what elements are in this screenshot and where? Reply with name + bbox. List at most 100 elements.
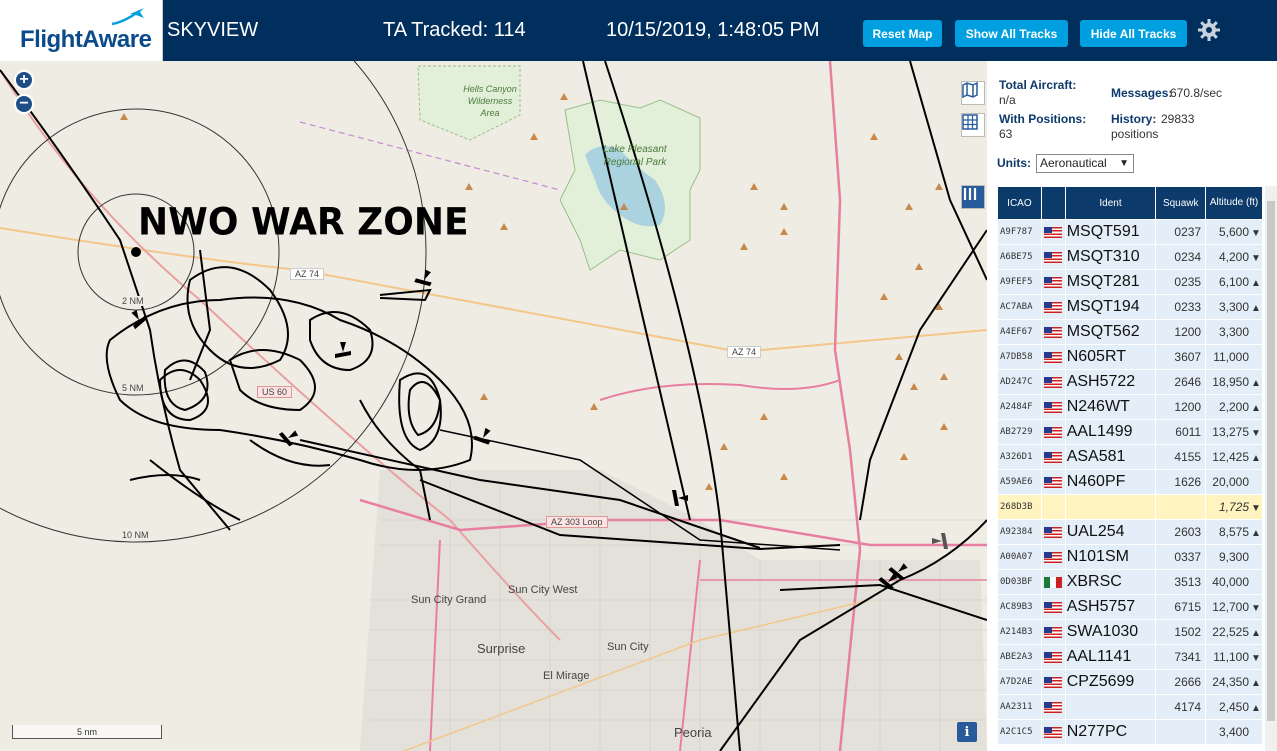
table-row[interactable]: A9F787 MSQT591 0237 5,600 ▼ <box>997 219 1263 245</box>
cell-squawk: 2666 <box>1155 669 1207 695</box>
us-flag-icon <box>1044 676 1063 688</box>
table-row[interactable]: A59AE6 N460PF 1626 20,000 <box>997 469 1263 495</box>
cell-ident: ASH5757 <box>1064 594 1157 620</box>
map-label-hells-canyon: Hells Canyon Wilderness Area <box>463 84 517 118</box>
logo-plane-icon <box>111 8 144 26</box>
cell-altitude: 13,275 ▼ <box>1205 419 1263 445</box>
cell-squawk: 1200 <box>1155 319 1207 345</box>
cell-ident: MSQT194 <box>1064 294 1157 320</box>
table-row[interactable]: A6BE75 MSQT310 0234 4,200 ▼ <box>997 244 1263 270</box>
cell-icao: AC89B3 <box>997 594 1042 620</box>
cell-ident: MSQT281 <box>1064 269 1157 295</box>
table-row[interactable]: A2C1C5 N277PC 3,400 <box>997 719 1263 745</box>
zoom-in-button[interactable]: + <box>14 70 34 90</box>
cell-altitude: 18,950 ▲ <box>1205 369 1263 395</box>
hide-all-tracks-button[interactable]: Hide All Tracks <box>1080 20 1187 47</box>
col-squawk[interactable]: Squawk <box>1155 186 1207 220</box>
table-row[interactable]: A92384 UAL254 2603 8,575 ▲ <box>997 519 1263 545</box>
altitude-trend-icon: ▼ <box>1251 653 1261 664</box>
map-canvas[interactable]: + − NWO WAR ZONE Hells Canyon Wilderness… <box>0 61 987 751</box>
col-ident[interactable]: Ident <box>1064 186 1157 220</box>
us-flag-icon <box>1044 651 1063 663</box>
altitude-trend-icon: ▲ <box>1251 628 1261 639</box>
table-row[interactable]: 0D03BF XBRSC 3513 40,000 <box>997 569 1263 595</box>
altitude-trend-icon: ▼ <box>1251 428 1261 439</box>
cell-flag <box>1040 294 1066 320</box>
total-aircraft-label: Total Aircraft: <box>999 78 1077 92</box>
us-flag-icon <box>1044 451 1063 463</box>
cell-altitude: 3,300 ▲ <box>1205 294 1263 320</box>
col-icao[interactable]: ICAO <box>997 186 1042 220</box>
cell-squawk: 1502 <box>1155 619 1207 645</box>
table-row[interactable]: A00A07 N101SM 0337 9,300 <box>997 544 1263 570</box>
zoom-out-button[interactable]: − <box>14 94 34 114</box>
cell-flag <box>1040 269 1066 295</box>
cell-flag <box>1040 469 1066 495</box>
cell-icao: A7DB58 <box>997 344 1042 370</box>
altitude-value: 13,275 <box>1212 425 1249 439</box>
table-row[interactable]: AB2729 AAL1499 6011 13,275 ▼ <box>997 419 1263 445</box>
cell-squawk: 0233 <box>1155 294 1207 320</box>
tracked-count: TA Tracked: 114 <box>383 19 526 41</box>
messages-label: Messages: <box>1111 86 1173 100</box>
cell-ident <box>1064 694 1157 720</box>
col-altitude[interactable]: Altitude (ft) <box>1205 186 1263 220</box>
map-layer-button[interactable] <box>961 81 985 105</box>
cell-altitude: 6,100 ▲ <box>1205 269 1263 295</box>
cell-flag <box>1040 219 1066 245</box>
cell-squawk: 2603 <box>1155 519 1207 545</box>
cell-icao: A214B3 <box>997 619 1042 645</box>
app-name: SKYVIEW <box>167 19 259 41</box>
map-label-surprise: Surprise <box>477 641 526 656</box>
cell-flag <box>1040 319 1066 345</box>
table-row[interactable]: AC89B3 ASH5757 6715 12,700 ▼ <box>997 594 1263 620</box>
altitude-value: 12,425 <box>1212 450 1249 464</box>
table-row[interactable]: A9FEF5 MSQT281 0235 6,100 ▲ <box>997 269 1263 295</box>
us-flag-icon <box>1044 226 1063 238</box>
cell-altitude: 20,000 <box>1205 469 1263 495</box>
cell-ident: N246WT <box>1064 394 1157 420</box>
flightaware-logo[interactable]: FlightAware <box>0 0 163 61</box>
cell-ident: ASH5722 <box>1064 369 1157 395</box>
table-row[interactable]: ABE2A3 AAL1141 7341 11,100 ▼ <box>997 644 1263 670</box>
cell-squawk: 3513 <box>1155 569 1207 595</box>
table-row[interactable]: A214B3 SWA1030 1502 22,525 ▲ <box>997 619 1263 645</box>
cell-flag <box>1040 694 1066 720</box>
total-aircraft-value: n/a <box>999 93 1016 107</box>
reset-map-button[interactable]: Reset Map <box>863 20 942 47</box>
cell-ident: AAL1141 <box>1064 644 1157 670</box>
cell-squawk: 1626 <box>1155 469 1207 495</box>
table-scrollbar-thumb[interactable] <box>1267 201 1275 721</box>
units-select[interactable]: Aeronautical ▼ <box>1036 154 1134 173</box>
table-row[interactable]: AD247C ASH5722 2646 18,950 ▲ <box>997 369 1263 395</box>
table-row[interactable]: AC7ABA MSQT194 0233 3,300 ▲ <box>997 294 1263 320</box>
gear-icon[interactable] <box>1197 18 1221 42</box>
table-row[interactable]: A4EF67 MSQT562 1200 3,300 <box>997 319 1263 345</box>
table-row[interactable]: 268D3B 1,725 ▼ <box>997 494 1263 520</box>
cell-flag <box>1040 494 1066 520</box>
cell-icao: 268D3B <box>997 494 1042 520</box>
show-all-tracks-button[interactable]: Show All Tracks <box>955 20 1068 47</box>
cell-flag <box>1040 719 1066 745</box>
columns-toggle-button[interactable] <box>961 185 985 209</box>
cell-altitude: 24,350 ▲ <box>1205 669 1263 695</box>
cell-icao: A2C1C5 <box>997 719 1042 745</box>
map-label-az74-east: AZ 74 <box>727 346 762 358</box>
table-row[interactable]: AA2311 4174 2,450 ▲ <box>997 694 1263 720</box>
cell-squawk: 1200 <box>1155 394 1207 420</box>
altitude-trend-icon: ▲ <box>1251 528 1261 539</box>
map-label-sun-city-west: Sun City West <box>508 584 578 596</box>
datetime: 10/15/2019, 1:48:05 PM <box>606 19 820 41</box>
table-row[interactable]: A7D2AE CPZ5699 2666 24,350 ▲ <box>997 669 1263 695</box>
cell-icao: ABE2A3 <box>997 644 1042 670</box>
altitude-trend-icon: ▲ <box>1251 303 1261 314</box>
table-row[interactable]: A7DB58 N605RT 3607 11,000 <box>997 344 1263 370</box>
cell-altitude: 2,450 ▲ <box>1205 694 1263 720</box>
cell-altitude: 11,100 ▼ <box>1205 644 1263 670</box>
table-row[interactable]: A326D1 ASA581 4155 12,425 ▲ <box>997 444 1263 470</box>
grid-toggle-button[interactable] <box>961 113 985 137</box>
info-button[interactable]: i <box>957 722 977 742</box>
col-flag[interactable] <box>1040 186 1066 220</box>
altitude-trend-icon: ▼ <box>1251 253 1261 264</box>
table-row[interactable]: A2484F N246WT 1200 2,200 ▲ <box>997 394 1263 420</box>
